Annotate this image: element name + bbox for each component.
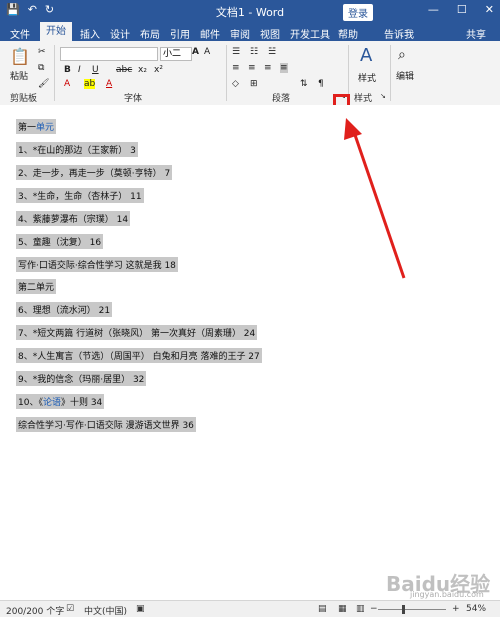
print-layout-icon[interactable]: ▦ — [338, 604, 347, 614]
status-bar: 200/200 个字 ☑ 中文(中国) ▣ ▤ ▦ ▥ − + 54% — [0, 600, 500, 617]
word-count[interactable]: 200/200 个字 — [6, 604, 64, 617]
zoom-slider[interactable] — [378, 609, 446, 610]
watermark-url: jingyan.baidu.com — [410, 590, 484, 599]
zoom-level[interactable]: 54% — [466, 604, 486, 614]
zoom-out-icon[interactable]: − — [370, 604, 378, 614]
annotation-arrow — [344, 118, 406, 279]
zoom-slider-thumb[interactable] — [402, 605, 405, 614]
proofing-icon[interactable]: ☑ — [66, 604, 74, 614]
macro-icon[interactable]: ▣ — [136, 604, 145, 614]
language-indicator[interactable]: 中文(中国) — [84, 604, 127, 617]
zoom-in-icon[interactable]: + — [452, 604, 460, 614]
read-mode-icon[interactable]: ▤ — [318, 604, 327, 614]
web-layout-icon[interactable]: ▥ — [356, 604, 365, 614]
